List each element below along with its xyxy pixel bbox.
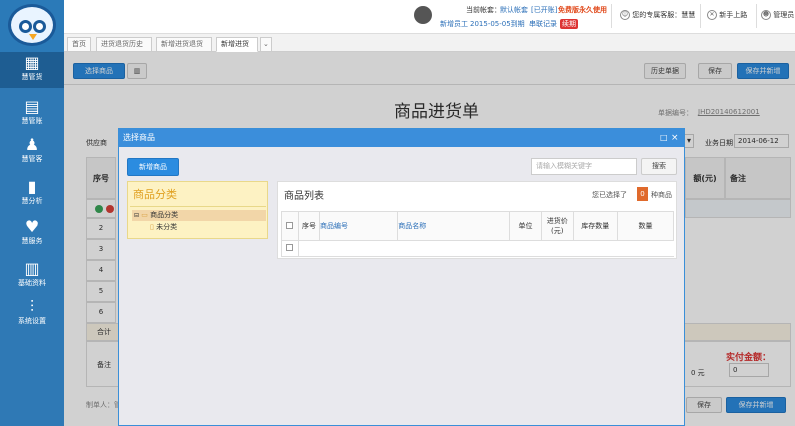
sidebar-item-customers[interactable]: ♟ 慧管客 bbox=[0, 134, 64, 170]
sidebar-item-goods[interactable]: ▦ 慧管货 bbox=[0, 52, 64, 88]
sidebar-item-label: 系统设置 bbox=[18, 317, 46, 325]
maximize-icon[interactable]: □ bbox=[660, 129, 668, 147]
tab-dropdown[interactable]: ⌄ bbox=[260, 37, 272, 52]
col-unit: 单位 bbox=[509, 211, 542, 241]
sidebar-item-label: 慧管账 bbox=[21, 117, 43, 125]
tree-root-label: 商品分类 bbox=[150, 211, 179, 219]
close-circle-icon: ✕ bbox=[707, 10, 717, 20]
select-all-checkbox[interactable] bbox=[286, 221, 294, 229]
table-row bbox=[281, 240, 674, 257]
heart-icon: ♥ bbox=[24, 217, 40, 236]
user-circle-icon: ☻ bbox=[761, 10, 771, 20]
newbie-link[interactable]: ✕ 新手上路 bbox=[707, 10, 747, 20]
category-panel: 商品分类 ⊟ ▭ 商品分类 ▯ 未分类 bbox=[127, 181, 268, 239]
file-icon: ▯ bbox=[150, 223, 154, 231]
dialog-header: 选择商品 □ × bbox=[119, 129, 684, 147]
tab-new-return[interactable]: 新增进货退货 × bbox=[156, 37, 212, 61]
chart-icon: ▮ bbox=[27, 177, 37, 196]
row-checkbox-cell bbox=[281, 240, 299, 257]
chevron-down-icon: ⌄ bbox=[263, 40, 269, 48]
people-icon: ♟ bbox=[24, 135, 40, 154]
expire-date: 2015-05-05到期 bbox=[470, 20, 525, 28]
tab-new-purchase[interactable]: 新增进货 × bbox=[216, 37, 258, 61]
app-logo[interactable] bbox=[0, 0, 64, 52]
tab-home[interactable]: 首页 bbox=[67, 37, 91, 52]
hot-badge[interactable]: 续期 bbox=[560, 19, 578, 29]
account-status: [已开账] bbox=[531, 6, 558, 14]
sidebar-item-settings[interactable]: ⫶ 系统设置 bbox=[0, 296, 64, 332]
folder-icon: ▭ bbox=[141, 211, 148, 219]
selected-prefix: 您已选择了 bbox=[592, 191, 627, 199]
row-checkbox[interactable] bbox=[286, 244, 294, 251]
col-seq: 序号 bbox=[297, 211, 321, 241]
tree-child[interactable]: ▯ 未分类 bbox=[150, 222, 177, 233]
tab-history-label: 进货退货历史 bbox=[101, 40, 143, 48]
tab-new-purchase-label: 新增进货 bbox=[221, 40, 249, 48]
new-goods-button[interactable]: 新增商品 bbox=[127, 158, 179, 176]
user-role-link[interactable]: 新增员工 bbox=[440, 19, 468, 29]
select-all-cell bbox=[281, 211, 299, 241]
account-name-link[interactable]: 默认帐套 bbox=[500, 5, 528, 15]
goods-list-panel: 商品列表 您已选择了 0 种商品 序号 商品编号 商品名称 单位 进货价(元) … bbox=[277, 181, 677, 259]
col-qty: 数量 bbox=[616, 211, 675, 241]
sidebar-item-label: 慧管客 bbox=[21, 155, 43, 163]
owl-logo-icon bbox=[8, 4, 56, 46]
open-book-icon: ▥ bbox=[24, 259, 40, 278]
tab-new-return-label: 新增进货退货 bbox=[161, 40, 203, 48]
sidebar: ▦ 慧管货 ▤ 慧管账 ♟ 慧管客 ▮ 慧分析 ♥ 慧服务 ▥ 基础资料 ⫶ 系统设置 bbox=[0, 52, 64, 426]
promo-notice[interactable]: 免费版永久使用 bbox=[558, 5, 607, 15]
tree-child-label: 未分类 bbox=[156, 223, 178, 231]
user-icon: ☺ bbox=[620, 10, 630, 20]
admin-link[interactable]: ☻ 管理员 bbox=[761, 10, 794, 20]
select-goods-dialog: 选择商品 □ × 新增商品 请输入模糊关键字 搜索 商品分类 ⊟ ▭ 商品分类 … bbox=[118, 128, 685, 426]
search-button[interactable]: 搜索 bbox=[641, 158, 677, 175]
dialog-title: 选择商品 bbox=[123, 133, 155, 142]
col-price: 进货价(元) bbox=[540, 211, 574, 241]
store-icon: ▦ bbox=[24, 53, 40, 72]
sidebar-item-analysis[interactable]: ▮ 慧分析 bbox=[0, 176, 64, 212]
admin-label: 管理员 bbox=[773, 11, 795, 19]
sidebar-item-basic-data[interactable]: ▥ 基础资料 bbox=[0, 258, 64, 294]
goods-table: 序号 商品编号 商品名称 单位 进货价(元) 库存数量 数量 bbox=[281, 211, 675, 257]
col-goods-code[interactable]: 商品编号 bbox=[319, 211, 399, 241]
sidebar-item-label: 慧分析 bbox=[21, 197, 43, 205]
sliders-icon: ⫶ bbox=[29, 297, 34, 316]
tree-root[interactable]: ⊟ ▭ 商品分类 bbox=[132, 210, 266, 221]
sidebar-item-label: 慧服务 bbox=[21, 237, 43, 245]
account-label: 当前帐套： bbox=[466, 6, 501, 14]
tab-history[interactable]: 进货退货历史 × bbox=[96, 37, 152, 61]
support-label: 您的专属客服：慧慧 bbox=[632, 11, 696, 19]
sidebar-item-label: 基础资料 bbox=[18, 279, 46, 287]
selected-suffix: 种商品 bbox=[651, 191, 672, 199]
col-stock: 库存数量 bbox=[572, 211, 618, 241]
renew-link[interactable]: 串联记录 bbox=[529, 19, 557, 29]
sidebar-item-label: 慧管货 bbox=[21, 73, 43, 81]
book-icon: ▤ bbox=[24, 97, 40, 116]
top-bar: 当前帐套： 默认帐套 [已开账] 免费版永久使用 新增员工 2015-05-05… bbox=[0, 0, 795, 34]
sidebar-item-service[interactable]: ♥ 慧服务 bbox=[0, 216, 64, 252]
avatar[interactable] bbox=[414, 6, 432, 24]
selected-count-badge: 0 bbox=[637, 187, 648, 201]
list-title: 商品列表 bbox=[284, 191, 324, 202]
category-title: 商品分类 bbox=[133, 188, 177, 201]
tab-bar: 首页 进货退货历史 × 新增进货退货 × 新增进货 × ⌄ bbox=[64, 34, 795, 61]
newbie-label: 新手上路 bbox=[719, 11, 748, 19]
support-item[interactable]: ☺ 您的专属客服：慧慧 bbox=[620, 10, 695, 20]
sidebar-item-accounts[interactable]: ▤ 慧管账 bbox=[0, 96, 64, 132]
close-icon[interactable]: × bbox=[671, 129, 679, 147]
collapse-icon[interactable]: ⊟ bbox=[134, 212, 139, 219]
search-input[interactable]: 请输入模糊关键字 bbox=[531, 158, 637, 175]
col-goods-name[interactable]: 商品名称 bbox=[397, 211, 511, 241]
